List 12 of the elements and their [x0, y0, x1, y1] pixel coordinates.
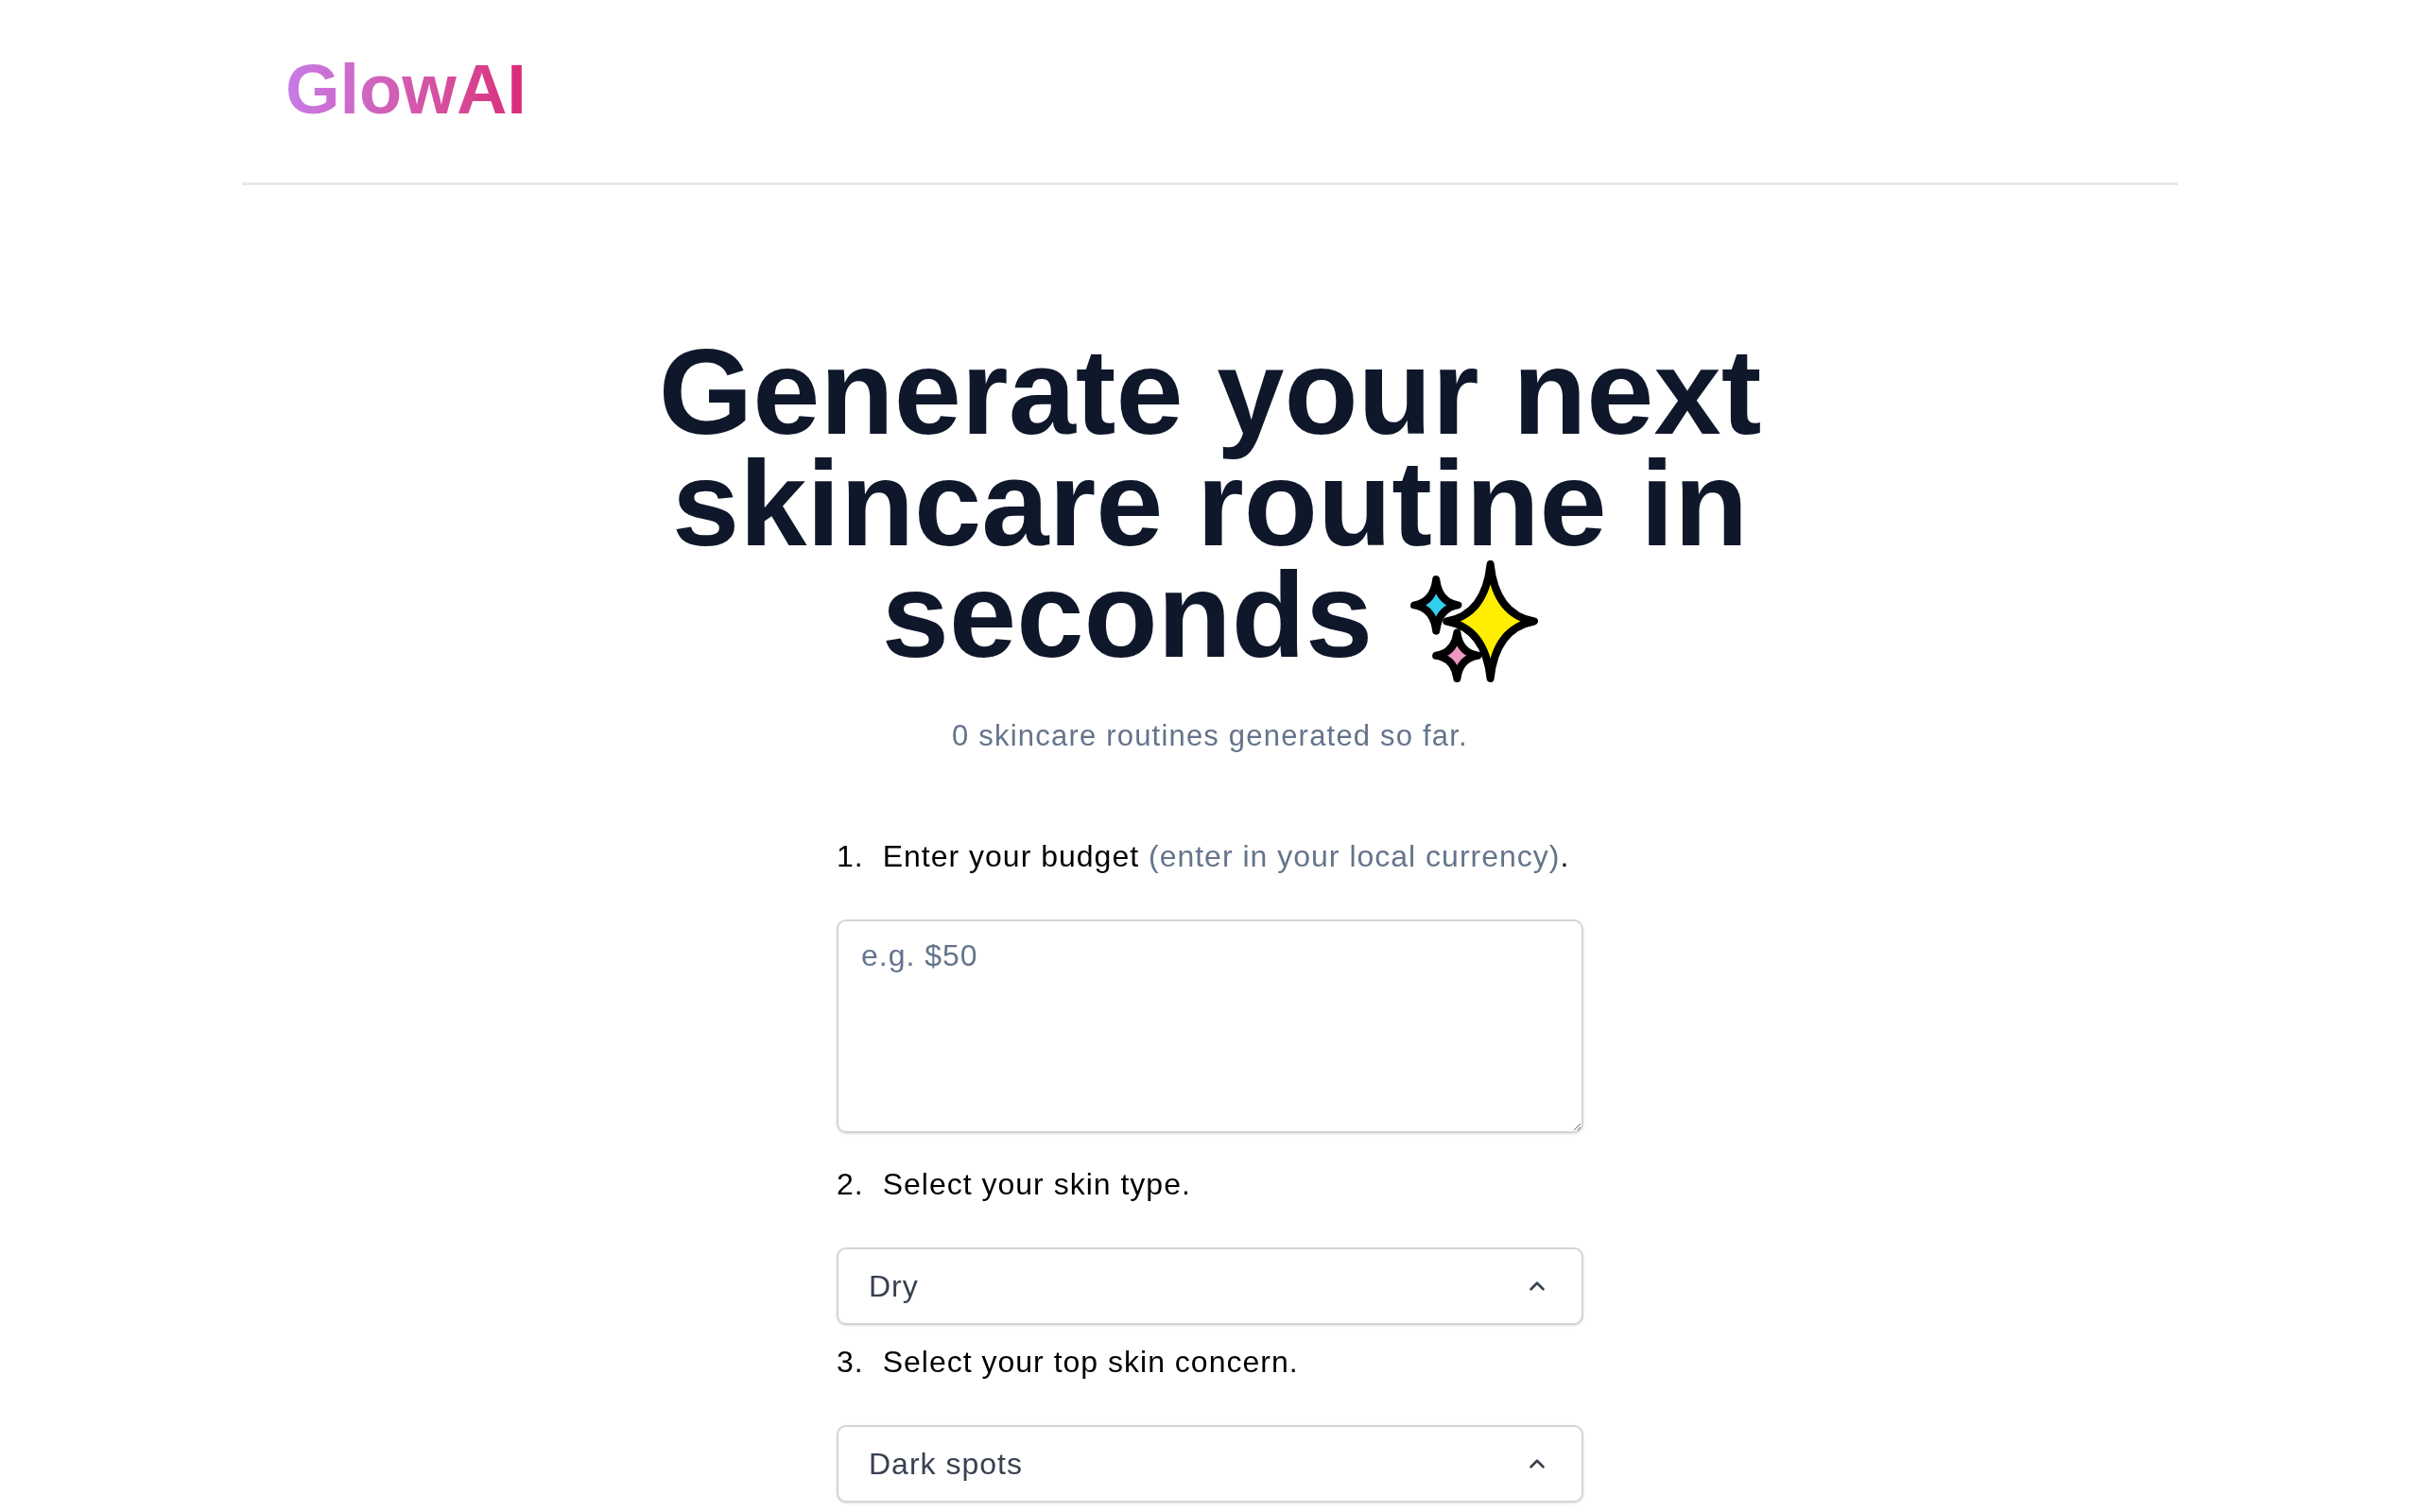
step-number: 1. [837, 838, 864, 875]
step-label: Enter your budget (enter in your local currency). [882, 838, 1570, 875]
generated-count-text: 0 skincare routines generated so far. [952, 718, 1468, 754]
step-label: Select your top skin concern. [882, 1344, 1299, 1381]
step-number: 3. [837, 1344, 864, 1381]
sparkles-icon [1410, 560, 1539, 682]
budget-input[interactable]: e.g. $50 [837, 919, 1583, 1133]
dropdown-select[interactable]: Dark spots [837, 1425, 1583, 1503]
step-number: 2. [837, 1166, 864, 1203]
dropdown-select[interactable]: Dry [837, 1247, 1583, 1325]
step-label: Select your skin type. [882, 1166, 1191, 1203]
hero-heading-line: seconds [881, 547, 1374, 682]
